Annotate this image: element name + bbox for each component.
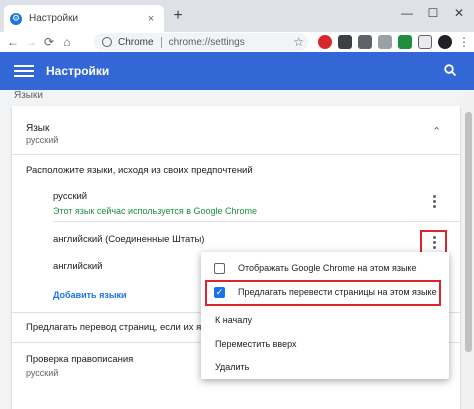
- hamburger-menu-icon[interactable]: [14, 62, 34, 80]
- checkbox[interactable]: [214, 262, 225, 274]
- extension-icon[interactable]: [338, 35, 352, 49]
- omnibox-url[interactable]: chrome://settings: [169, 37, 245, 48]
- address-bar[interactable]: Chrome chrome://settings ☆: [94, 33, 308, 51]
- language-name: английский: [53, 261, 103, 272]
- language-name: русский: [53, 191, 88, 202]
- settings-favicon-icon: ⚙: [10, 12, 22, 25]
- minimize-icon[interactable]: —: [398, 6, 416, 20]
- highlight-box: [420, 230, 447, 254]
- spellcheck-value: русский: [26, 368, 59, 378]
- highlight-box: [205, 280, 441, 306]
- omnibox-divider: [160, 36, 162, 48]
- reload-icon[interactable]: ⟳: [40, 33, 58, 51]
- bookmark-star-icon[interactable]: ☆: [293, 33, 304, 51]
- back-icon[interactable]: ←: [4, 33, 22, 51]
- scrollbar[interactable]: [463, 90, 474, 409]
- language-active-note: Этот язык сейчас используется в Google C…: [53, 206, 258, 216]
- search-icon[interactable]: [444, 64, 456, 76]
- home-icon[interactable]: ⌂: [58, 33, 76, 51]
- menu-item-label: Переместить вверх: [215, 339, 297, 349]
- menu-item-remove[interactable]: Удалить: [201, 359, 449, 375]
- opera-extension-icon[interactable]: [318, 35, 332, 49]
- maximize-icon[interactable]: ☐: [424, 6, 442, 20]
- browser-toolbar: ← → ⟳ ⌂ Chrome chrome://settings ☆ ⋮: [0, 32, 474, 52]
- language-title: Язык: [26, 123, 50, 134]
- settings-header: Настройки: [0, 52, 474, 90]
- language-current: русский: [26, 135, 59, 145]
- extension-icon[interactable]: [358, 35, 372, 49]
- language-options-menu: Отображать Google Chrome на этом языке ✓…: [201, 252, 449, 379]
- divider: [53, 221, 460, 222]
- menu-kebab-icon[interactable]: ⋮: [455, 33, 473, 51]
- new-tab-icon[interactable]: +: [170, 8, 186, 24]
- profile-avatar-icon[interactable]: [438, 35, 452, 49]
- more-actions-icon[interactable]: [427, 193, 441, 209]
- menu-item-label: К началу: [215, 315, 252, 325]
- cast-icon[interactable]: [418, 35, 432, 49]
- divider: [12, 154, 460, 155]
- menu-item-move-up[interactable]: Переместить вверх: [201, 336, 449, 352]
- section-label-languages: Языки: [14, 90, 43, 101]
- spellcheck-title: Проверка правописания: [26, 354, 134, 365]
- language-name: английский (Соединенные Штаты): [53, 234, 205, 245]
- menu-item-display-chrome[interactable]: Отображать Google Chrome на этом языке: [201, 260, 449, 276]
- tab-strip: ⚙ Настройки × + — ☐ ✕: [0, 0, 474, 32]
- tab-title: Настройки: [29, 13, 79, 24]
- chevron-up-icon[interactable]: ⌃: [432, 125, 441, 138]
- scrollbar-thumb[interactable]: [465, 112, 472, 352]
- menu-item-label: Удалить: [215, 362, 250, 372]
- menu-item-label: Отображать Google Chrome на этом языке: [238, 263, 417, 273]
- omnibox-site-label: Chrome: [118, 36, 154, 48]
- forward-icon[interactable]: →: [22, 33, 40, 51]
- site-info-icon[interactable]: [102, 37, 112, 47]
- close-window-icon[interactable]: ✕: [450, 6, 468, 20]
- extension-icon[interactable]: [378, 35, 392, 49]
- menu-item-move-to-top[interactable]: К началу: [201, 312, 449, 328]
- order-hint: Расположите языки, исходя из своих предп…: [26, 165, 253, 176]
- tab-close-icon[interactable]: ×: [144, 13, 158, 25]
- tab-settings[interactable]: ⚙ Настройки ×: [4, 5, 164, 32]
- translate-offer-label: Предлагать перевод страниц, если их язык: [26, 322, 217, 333]
- add-languages-link[interactable]: Добавить языки: [53, 290, 127, 300]
- extension-icon[interactable]: [398, 35, 412, 49]
- page-title: Настройки: [46, 64, 110, 78]
